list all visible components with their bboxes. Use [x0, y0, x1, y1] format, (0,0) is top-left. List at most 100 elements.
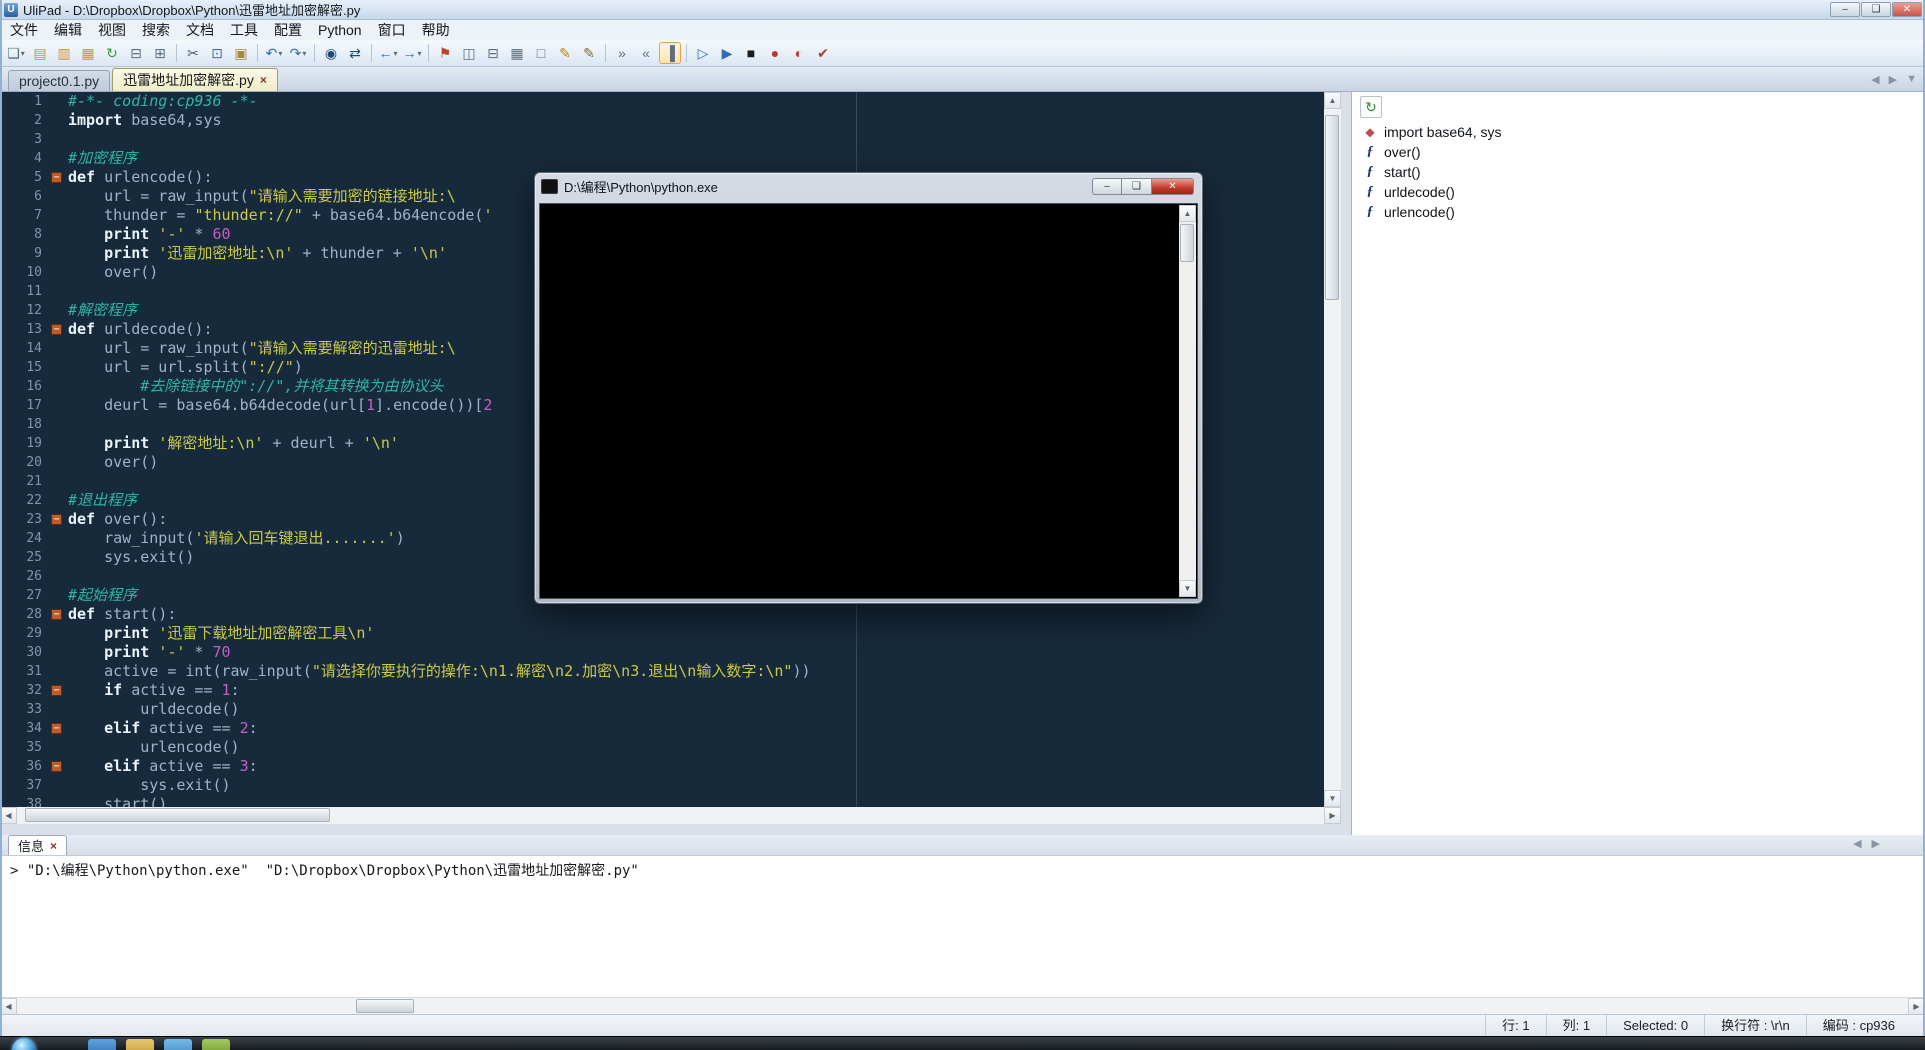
- outline-item[interactable]: ƒ urlencode(): [1352, 202, 1925, 222]
- reload-button[interactable]: ↻: [101, 42, 123, 64]
- code-line[interactable]: 34− elif active == 2:: [0, 719, 1324, 738]
- refresh-outline-button[interactable]: ↻: [1360, 96, 1382, 118]
- outline-item[interactable]: ◆ import base64, sys: [1352, 122, 1925, 142]
- copy-button[interactable]: ⊡: [206, 42, 228, 64]
- code-line[interactable]: 32− if active == 1:: [0, 681, 1324, 700]
- tab-document[interactable]: project0.1.py: [8, 70, 111, 91]
- console-scrollbar[interactable]: ▲ ▼: [1179, 205, 1196, 597]
- tab-messages[interactable]: 信息 ×: [8, 835, 68, 855]
- code-line[interactable]: 3: [0, 130, 1324, 149]
- macro-button[interactable]: ✎: [578, 42, 600, 64]
- code-line[interactable]: 38 start(): [0, 795, 1324, 807]
- menu-item[interactable]: 文档: [178, 20, 222, 40]
- console-maximize-button[interactable]: ❑: [1122, 178, 1152, 195]
- editor-vscroll-thumb[interactable]: [1325, 115, 1339, 300]
- fold-margin[interactable]: −: [48, 605, 64, 624]
- taskbar-icon[interactable]: [88, 1039, 116, 1050]
- code-line[interactable]: 30 print '-' * 70: [0, 643, 1324, 662]
- fold-marker-icon[interactable]: −: [51, 172, 62, 183]
- save-all-button[interactable]: ▦: [77, 42, 99, 64]
- fold-margin[interactable]: −: [48, 320, 64, 339]
- scroll-right-arrow[interactable]: ▶: [1324, 807, 1341, 824]
- scroll-left-arrow[interactable]: ◀: [0, 998, 17, 1015]
- code-line[interactable]: 35 urlencode(): [0, 738, 1324, 757]
- run-button[interactable]: ▷: [692, 42, 714, 64]
- cut-button[interactable]: ✂: [182, 42, 204, 64]
- fold-margin[interactable]: −: [48, 510, 64, 529]
- bottom-nav-arrow[interactable]: ▶: [1872, 837, 1880, 850]
- code-line[interactable]: 36− elif active == 3:: [0, 757, 1324, 776]
- fold-margin[interactable]: −: [48, 757, 64, 776]
- menu-item[interactable]: 帮助: [414, 20, 458, 40]
- outline-item[interactable]: ƒ urldecode(): [1352, 182, 1925, 202]
- taskbar-icon[interactable]: [202, 1039, 230, 1050]
- title-bar[interactable]: U UliPad - D:\Dropbox\Dropbox\Python\迅雷地…: [0, 0, 1925, 20]
- message-panel[interactable]: > "D:\编程\Python\python.exe" "D:\Dropbox\…: [0, 856, 1925, 997]
- scroll-left-arrow[interactable]: ◀: [0, 807, 17, 824]
- panel-splitter-vertical[interactable]: [1341, 92, 1351, 835]
- messages-tab-close-icon[interactable]: ×: [50, 839, 57, 853]
- menu-item[interactable]: 文件: [2, 20, 46, 40]
- code-line[interactable]: 2 import base64,sys: [0, 111, 1324, 130]
- dropdown-caret-icon[interactable]: ▾: [417, 49, 421, 58]
- tab-close-icon[interactable]: ×: [260, 73, 267, 87]
- dropdown-caret-icon[interactable]: ▾: [21, 49, 25, 58]
- dropdown-caret-icon[interactable]: ▾: [278, 49, 282, 58]
- undo-button[interactable]: ↶ ▾: [263, 42, 285, 64]
- console-minimize-button[interactable]: –: [1092, 178, 1122, 195]
- outline-item[interactable]: ƒ over(): [1352, 142, 1925, 162]
- panel-splitter-horizontal[interactable]: [0, 824, 1341, 835]
- menu-item[interactable]: 窗口: [370, 20, 414, 40]
- menu-item[interactable]: 视图: [90, 20, 134, 40]
- bookmark-button[interactable]: ⚑: [434, 42, 456, 64]
- tab-nav-arrow[interactable]: ◀: [1871, 73, 1879, 86]
- fold-marker-icon[interactable]: −: [51, 761, 62, 772]
- menu-item[interactable]: 编辑: [46, 20, 90, 40]
- dedent-button[interactable]: «: [635, 42, 657, 64]
- code-line[interactable]: 1 #-*- coding:cp936 -*-: [0, 92, 1324, 111]
- fold-margin[interactable]: −: [48, 681, 64, 700]
- code-line[interactable]: 31 active = int(raw_input("请选择你要执行的操作:\n…: [0, 662, 1324, 681]
- close-button[interactable]: ✕: [1892, 2, 1922, 17]
- code-line[interactable]: 37 sys.exit(): [0, 776, 1324, 795]
- tab-nav-arrow[interactable]: ▼: [1906, 73, 1917, 86]
- taskbar[interactable]: [0, 1036, 1925, 1050]
- fold-margin[interactable]: −: [48, 168, 64, 187]
- go-forward-button[interactable]: → ▾: [401, 42, 423, 64]
- edge-column-toggle-button[interactable]: ▐: [659, 42, 681, 64]
- fold-margin[interactable]: −: [48, 719, 64, 738]
- menu-item[interactable]: 工具: [222, 20, 266, 40]
- dropdown-caret-icon[interactable]: ▾: [302, 49, 306, 58]
- coverage-button[interactable]: ◐: [788, 42, 810, 64]
- fold-marker-icon[interactable]: −: [51, 514, 62, 525]
- code-line[interactable]: 33 urldecode(): [0, 700, 1324, 719]
- scroll-up-arrow[interactable]: ▲: [1324, 92, 1341, 109]
- code-line[interactable]: 28− def start():: [0, 605, 1324, 624]
- open-file-button[interactable]: ▤: [29, 42, 51, 64]
- fold-marker-icon[interactable]: −: [51, 723, 62, 734]
- run-script-button[interactable]: ▶: [716, 42, 738, 64]
- minimize-button[interactable]: –: [1830, 2, 1860, 17]
- scroll-down-arrow[interactable]: ▼: [1324, 790, 1341, 807]
- editor-hscroll-thumb[interactable]: [25, 808, 330, 822]
- tab-active-document[interactable]: 迅雷地址加密解密.py ×: [112, 68, 278, 91]
- snippet-button[interactable]: ✎: [554, 42, 576, 64]
- fold-marker-icon[interactable]: −: [51, 685, 62, 696]
- save-file-button[interactable]: ▥: [53, 42, 75, 64]
- scroll-up-arrow[interactable]: ▲: [1179, 205, 1196, 222]
- editor-horizontal-scrollbar[interactable]: ◀ ▶: [0, 807, 1341, 824]
- menu-item[interactable]: 配置: [266, 20, 310, 40]
- check-button[interactable]: ✔: [812, 42, 834, 64]
- fold-marker-icon[interactable]: −: [51, 609, 62, 620]
- console-scroll-thumb[interactable]: [1180, 224, 1194, 262]
- go-back-button[interactable]: ← ▾: [377, 42, 399, 64]
- tab-nav-arrow[interactable]: ▶: [1889, 73, 1897, 86]
- menu-item[interactable]: Python: [310, 20, 370, 40]
- split-vertical-button[interactable]: ⊟: [482, 42, 504, 64]
- find-button[interactable]: ◉: [320, 42, 342, 64]
- start-button[interactable]: [12, 1038, 36, 1050]
- code-line[interactable]: 29 print '迅雷下载地址加密解密工具\n': [0, 624, 1324, 643]
- split-horizontal-button[interactable]: ◫: [458, 42, 480, 64]
- paste-button[interactable]: ▣: [230, 42, 252, 64]
- replace-button[interactable]: ⇄: [344, 42, 366, 64]
